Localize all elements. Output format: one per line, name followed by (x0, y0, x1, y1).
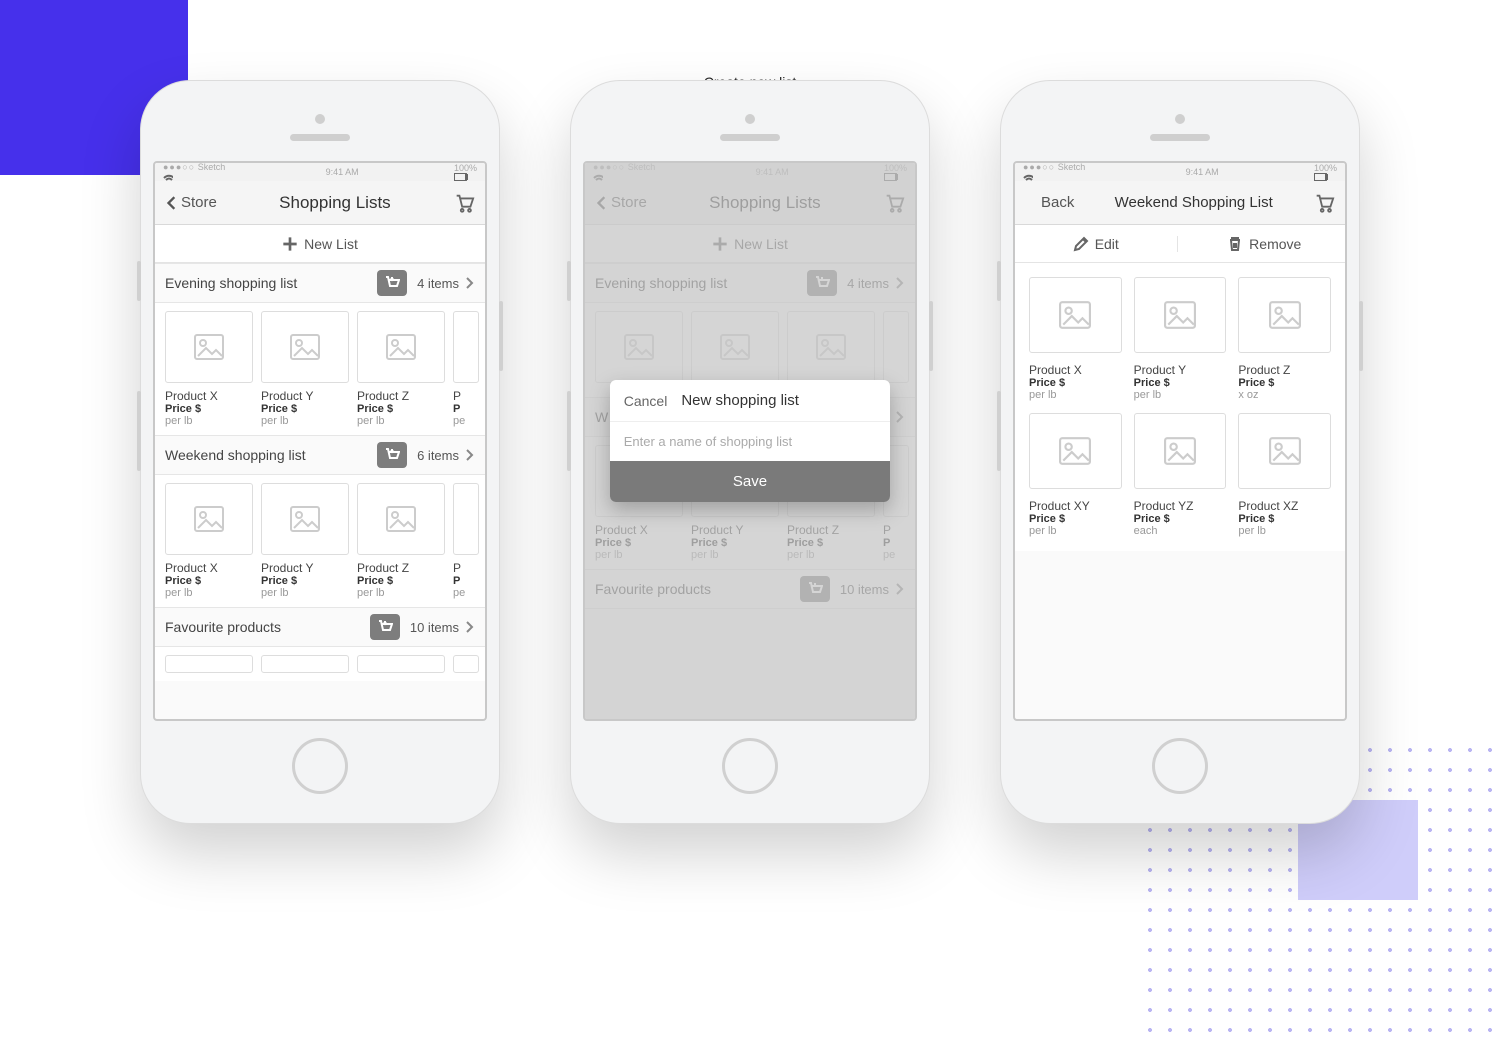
product-card[interactable]: Product Z Price $ per lb (357, 483, 445, 599)
product-card[interactable] (165, 655, 253, 673)
chevron-left-icon (165, 196, 179, 210)
new-list-button[interactable]: New List (155, 225, 485, 263)
image-icon (1059, 437, 1091, 465)
product-card[interactable]: P P pe (453, 483, 479, 599)
product-card[interactable]: P P pe (453, 311, 479, 427)
item-count: 4 items (417, 276, 459, 291)
list-row[interactable]: Evening shopping list 4 items (155, 263, 485, 303)
remove-button[interactable]: Remove (1184, 236, 1346, 252)
list-row[interactable]: Weekend shopping list 6 items (155, 435, 485, 475)
item-count: 10 items (410, 620, 459, 635)
product-card[interactable]: Product YZPrice $each (1134, 413, 1227, 537)
image-icon (1164, 301, 1196, 329)
home-button[interactable] (722, 738, 778, 794)
modal-title: New shopping list (681, 392, 799, 409)
product-card[interactable]: Product X Price $ per lb (165, 483, 253, 599)
back-button[interactable]: Back (1025, 194, 1074, 211)
image-icon (1269, 437, 1301, 465)
add-to-cart-button[interactable] (370, 614, 400, 640)
image-icon (1269, 301, 1301, 329)
cart-icon[interactable] (1313, 192, 1335, 214)
plus-icon (282, 236, 298, 252)
product-card[interactable]: Product Y Price $ per lb (261, 311, 349, 427)
list-name: Favourite products (165, 619, 360, 635)
product-card[interactable]: Product XPrice $per lb (1029, 277, 1122, 401)
image-icon (1059, 301, 1091, 329)
list-name: Evening shopping list (165, 275, 367, 291)
back-button[interactable]: Store (165, 194, 217, 211)
item-count: 6 items (417, 448, 459, 463)
product-card[interactable]: Product ZPrice $x oz (1238, 277, 1331, 401)
edit-button[interactable]: Edit (1015, 236, 1178, 252)
nav-header: Back Weekend Shopping List (1015, 181, 1345, 225)
chevron-right-icon (463, 277, 475, 289)
image-icon (290, 506, 320, 532)
nav-header: Store Shopping Lists (155, 181, 485, 225)
phone-new-list-modal: ●●●○○ Sketch 9:41 AM 100% Store Shopping… (570, 80, 930, 824)
chevron-right-icon (463, 621, 475, 633)
image-icon (194, 506, 224, 532)
chevron-right-icon (463, 449, 475, 461)
product-card[interactable]: Product XYPrice $per lb (1029, 413, 1122, 537)
trash-icon (1227, 236, 1243, 252)
image-icon (386, 334, 416, 360)
cart-icon[interactable] (453, 192, 475, 214)
battery-icon (1314, 173, 1328, 181)
status-bar: ●●●○○ Sketch 9:41 AM 100% (1015, 163, 1345, 181)
list-name-input[interactable]: Enter a name of shopping list (610, 421, 891, 461)
product-card[interactable]: Product Y Price $ per lb (261, 483, 349, 599)
phone-list-detail: ●●●○○ Sketch 9:41 AM 100% Back Weekend S… (1000, 80, 1360, 824)
image-icon (194, 334, 224, 360)
product-card[interactable]: Product XZPrice $per lb (1238, 413, 1331, 537)
product-card[interactable] (453, 655, 479, 673)
modal-backdrop[interactable]: Cancel New shopping list Enter a name of… (585, 163, 915, 719)
page-title: Shopping Lists (279, 193, 391, 213)
list-name: Weekend shopping list (165, 447, 367, 463)
cancel-button[interactable]: Cancel (624, 393, 668, 409)
modal-new-list: Cancel New shopping list Enter a name of… (610, 380, 891, 502)
status-bar: ●●●○○ Sketch 9:41 AM 100% (155, 163, 485, 181)
image-icon (386, 506, 416, 532)
pencil-icon (1073, 236, 1089, 252)
chevron-left-icon (1025, 196, 1039, 210)
save-button[interactable]: Save (610, 461, 891, 502)
product-card[interactable]: Product YPrice $per lb (1134, 277, 1227, 401)
add-to-cart-button[interactable] (377, 270, 407, 296)
add-to-cart-button[interactable] (377, 442, 407, 468)
product-card[interactable]: Product Z Price $ per lb (357, 311, 445, 427)
image-icon (1164, 437, 1196, 465)
product-card[interactable] (261, 655, 349, 673)
battery-icon (454, 173, 468, 181)
page-title: Weekend Shopping List (1115, 194, 1273, 211)
home-button[interactable] (1152, 738, 1208, 794)
home-button[interactable] (292, 738, 348, 794)
product-card[interactable]: Product X Price $ per lb (165, 311, 253, 427)
list-row[interactable]: Favourite products 10 items (155, 607, 485, 647)
image-icon (290, 334, 320, 360)
product-card[interactable] (357, 655, 445, 673)
phone-shopping-lists: ●●●○○ Sketch 9:41 AM 100% Store Shopping… (140, 80, 500, 824)
